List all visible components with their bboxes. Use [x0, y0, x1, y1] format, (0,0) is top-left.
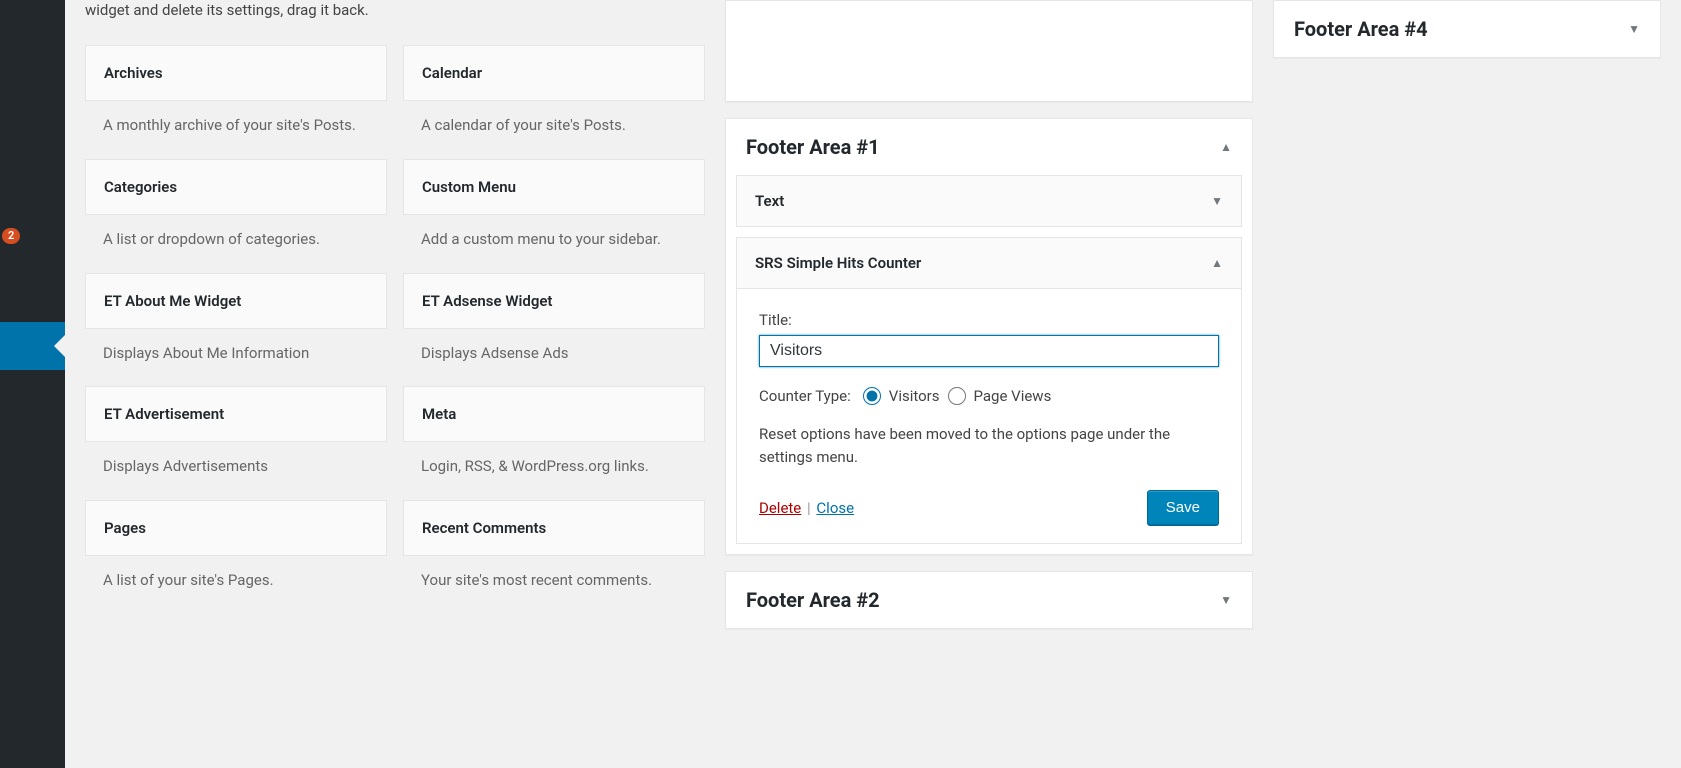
radio-pageviews-label: Page Views: [974, 387, 1052, 405]
menu-active-arrow: [54, 334, 66, 358]
footer-area-1: Footer Area #1 ▲ Text ▼: [725, 118, 1253, 555]
available-widget-header[interactable]: Pages: [85, 500, 387, 556]
available-widget-desc: A list or dropdown of categories.: [85, 215, 387, 273]
radio-visitors-label: Visitors: [889, 387, 940, 405]
caret-down-icon: ▼: [1628, 22, 1640, 36]
available-widget: CategoriesA list or dropdown of categori…: [85, 159, 387, 273]
caret-down-icon: ▼: [1211, 194, 1223, 208]
available-widget-header[interactable]: Recent Comments: [403, 500, 705, 556]
footer-area-4: Footer Area #4 ▼: [1273, 0, 1661, 58]
radio-pageviews[interactable]: [948, 387, 966, 405]
plugins-update-badge: 2: [2, 228, 20, 244]
available-widget-header[interactable]: Archives: [85, 45, 387, 101]
available-widget-desc: Your site's most recent comments.: [403, 556, 705, 614]
available-widget: ET Adsense WidgetDisplays Adsense Ads: [403, 273, 705, 387]
footer-area-1-title: Footer Area #1: [746, 135, 880, 159]
available-widget-header[interactable]: Categories: [85, 159, 387, 215]
caret-down-icon: ▼: [1220, 593, 1232, 607]
available-widget: ET AdvertisementDisplays Advertisements: [85, 386, 387, 500]
counter-type-label: Counter Type:: [759, 387, 851, 405]
available-widget: CalendarA calendar of your site's Posts.: [403, 45, 705, 159]
widget-text: Text ▼: [736, 175, 1242, 227]
caret-up-icon: ▲: [1220, 140, 1232, 154]
available-widgets-intro: widget and delete its settings, drag it …: [85, 0, 705, 21]
available-widget: ArchivesA monthly archive of your site's…: [85, 45, 387, 159]
available-widget-header[interactable]: Calendar: [403, 45, 705, 101]
widget-text-header[interactable]: Text ▼: [737, 176, 1241, 226]
footer-area-1-header[interactable]: Footer Area #1 ▲: [726, 119, 1252, 175]
available-widget: Custom MenuAdd a custom menu to your sid…: [403, 159, 705, 273]
available-widget: ET About Me WidgetDisplays About Me Info…: [85, 273, 387, 387]
available-widget-header[interactable]: ET Advertisement: [85, 386, 387, 442]
available-widget: MetaLogin, RSS, & WordPress.org links.: [403, 386, 705, 500]
radio-visitors[interactable]: [863, 387, 881, 405]
close-link[interactable]: Close: [816, 499, 854, 517]
available-widget-header[interactable]: Meta: [403, 386, 705, 442]
available-widget-header[interactable]: ET Adsense Widget: [403, 273, 705, 329]
footer-area-2-header[interactable]: Footer Area #2 ▼: [726, 572, 1252, 628]
link-separator: |: [807, 499, 811, 517]
footer-area-2: Footer Area #2 ▼: [725, 571, 1253, 629]
available-widget-desc: Add a custom menu to your sidebar.: [403, 215, 705, 273]
available-widget-header[interactable]: ET About Me Widget: [85, 273, 387, 329]
widget-srs-hits-header[interactable]: SRS Simple Hits Counter ▲: [737, 238, 1241, 288]
available-widget-header[interactable]: Custom Menu: [403, 159, 705, 215]
srs-title-label: Title:: [759, 311, 1219, 329]
available-widget-desc: Displays Advertisements: [85, 442, 387, 500]
available-widget-desc: A list of your site's Pages.: [85, 556, 387, 614]
available-widget-desc: Login, RSS, & WordPress.org links.: [403, 442, 705, 500]
srs-title-input[interactable]: [759, 335, 1219, 367]
available-widget-desc: Displays About Me Information: [85, 329, 387, 387]
delete-link[interactable]: Delete: [759, 499, 801, 517]
available-widget-desc: Displays Adsense Ads: [403, 329, 705, 387]
footer-area-4-title: Footer Area #4: [1294, 17, 1428, 41]
widget-text-title: Text: [755, 192, 784, 210]
available-widget-desc: A calendar of your site's Posts.: [403, 101, 705, 159]
caret-up-icon: ▲: [1211, 256, 1223, 270]
available-widget: PagesA list of your site's Pages.: [85, 500, 387, 614]
available-widget-desc: A monthly archive of your site's Posts.: [85, 101, 387, 159]
widget-srs-title: SRS Simple Hits Counter: [755, 254, 921, 272]
available-widget: Recent CommentsYour site's most recent c…: [403, 500, 705, 614]
sidebar-area-box: [725, 0, 1253, 102]
footer-area-2-title: Footer Area #2: [746, 588, 880, 612]
footer-area-4-header[interactable]: Footer Area #4 ▼: [1274, 1, 1660, 57]
admin-sidebar: 2: [0, 0, 65, 768]
widget-srs-hits: SRS Simple Hits Counter ▲ Title: Counter…: [736, 237, 1242, 544]
srs-note: Reset options have been moved to the opt…: [759, 423, 1219, 468]
save-button[interactable]: Save: [1147, 490, 1219, 525]
